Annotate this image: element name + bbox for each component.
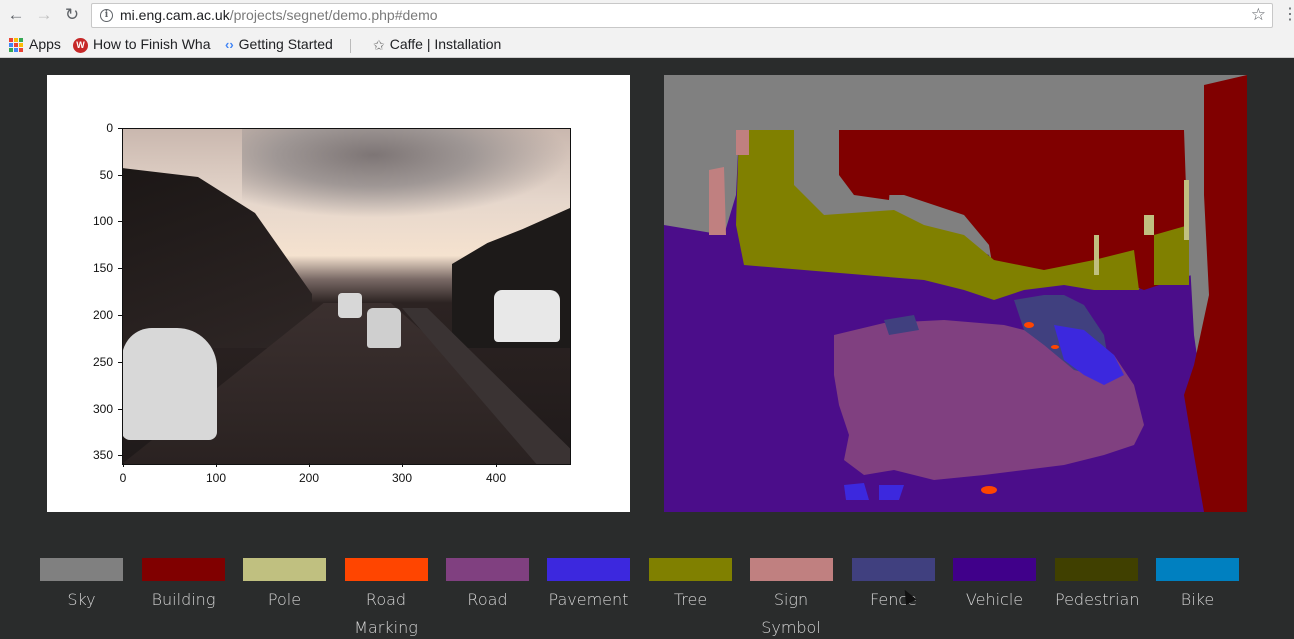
url-host: mi.eng.cam.ac.uk <box>120 7 230 23</box>
forward-arrow-icon[interactable]: → <box>34 5 54 25</box>
legend-swatch <box>1156 558 1239 581</box>
bookmark-label: Apps <box>29 36 61 52</box>
browser-menu-icon[interactable]: ⋮ <box>1282 6 1294 24</box>
bookmark-caffe[interactable]: ✩ Caffe | Installation <box>373 35 501 55</box>
plot-frame <box>122 128 571 465</box>
legend-swatch <box>1055 558 1138 581</box>
legend-label: Pole <box>267 590 302 609</box>
legend-item-vehicle: Vehicle <box>953 558 1036 614</box>
legend-label: Fence <box>870 590 917 609</box>
bookmark-how-to-finish[interactable]: W How to Finish Wha <box>73 35 211 55</box>
legend-item-tree: Tree <box>649 558 732 614</box>
legend-label: Bike <box>1180 590 1215 609</box>
legend-swatch <box>547 558 630 581</box>
legend-label: Vehicle <box>965 590 1024 609</box>
segmentation-map <box>664 75 1247 512</box>
y-tick-label: 200 <box>77 308 122 322</box>
legend-item-road: Road <box>446 558 529 614</box>
bookmark-star-icon[interactable]: ☆ <box>1251 5 1266 25</box>
legend-swatch <box>750 558 833 581</box>
legend-swatch <box>649 558 732 581</box>
legend-item-building: Building <box>142 558 225 614</box>
legend-item-pole: Pole <box>243 558 326 614</box>
x-tick-label: 400 <box>476 463 516 485</box>
legend-swatch <box>345 558 428 581</box>
address-bar[interactable]: i mi.eng.cam.ac.uk/projects/segnet/demo.… <box>91 3 1273 28</box>
legend-item-sign-symbol: Sign Symbol <box>750 558 833 639</box>
bookmark-label: Getting Started <box>238 36 333 52</box>
x-tick-label: 0 <box>103 463 143 485</box>
y-tick-label: 300 <box>77 402 122 416</box>
x-tick-label: 300 <box>382 463 422 485</box>
legend-label: Building <box>151 590 216 609</box>
url-text[interactable]: mi.eng.cam.ac.uk/projects/segnet/demo.ph… <box>120 7 438 23</box>
input-image-panel: 0 50 100 150 200 250 300 350 0 100 200 3… <box>47 75 630 512</box>
legend-label: Sign Symbol <box>761 590 821 637</box>
legend-swatch <box>852 558 935 581</box>
legend-swatch <box>243 558 326 581</box>
browser-toolbar: ← → ↻ i mi.eng.cam.ac.uk/projects/segnet… <box>0 0 1294 31</box>
bookmark-getting-started[interactable]: ‹› Getting Started <box>225 35 333 55</box>
bookmarks-bar: Apps W How to Finish Wha ‹› Getting Starte… <box>0 31 1294 58</box>
legend-label: Road <box>467 590 508 609</box>
back-arrow-icon[interactable]: ← <box>6 5 26 25</box>
legend-swatch <box>953 558 1036 581</box>
url-path: /projects/segnet/demo.php#demo <box>229 7 438 23</box>
legend-label: Pavement <box>548 590 629 609</box>
reload-icon[interactable]: ↻ <box>62 5 82 25</box>
apps-grid-icon <box>9 38 23 53</box>
legend-swatch <box>446 558 529 581</box>
legend-swatch <box>142 558 225 581</box>
y-tick-label: 50 <box>77 168 122 182</box>
bookmark-apps[interactable]: Apps <box>9 35 61 55</box>
y-tick-label: 0 <box>77 121 122 135</box>
x-tick-label: 200 <box>289 463 329 485</box>
legend-label: Tree <box>673 590 708 609</box>
red-w-icon: W <box>73 37 88 53</box>
y-tick-label: 150 <box>77 261 122 275</box>
legend-item-bike: Bike <box>1156 558 1239 614</box>
legend-item-pavement: Pavement <box>547 558 630 614</box>
legend-label: Sky <box>67 590 96 609</box>
legend-label: Road Marking <box>354 590 418 637</box>
legend-item-road-marking: Road Marking <box>345 558 428 639</box>
bookmark-label: How to Finish Wha <box>93 36 211 52</box>
caffe-icon: ✩ <box>373 37 385 54</box>
y-tick-label: 250 <box>77 355 122 369</box>
x-tick-label: 100 <box>196 463 236 485</box>
legend-item-fence: Fence <box>852 558 935 614</box>
legend-item-sky: Sky <box>40 558 123 614</box>
bookmark-label: Caffe | Installation <box>389 36 502 52</box>
y-tick-label: 100 <box>77 214 122 228</box>
info-icon[interactable]: i <box>100 9 113 22</box>
y-tick-label: 350 <box>77 448 122 462</box>
legend-swatch <box>40 558 123 581</box>
segmentation-output-image <box>664 75 1247 512</box>
legend-label: Pedestrian <box>1055 590 1140 609</box>
bookmark-separator <box>350 39 351 53</box>
getting-started-icon: ‹› <box>225 37 234 53</box>
legend-item-pedestrian: Pedestrian <box>1055 558 1140 614</box>
